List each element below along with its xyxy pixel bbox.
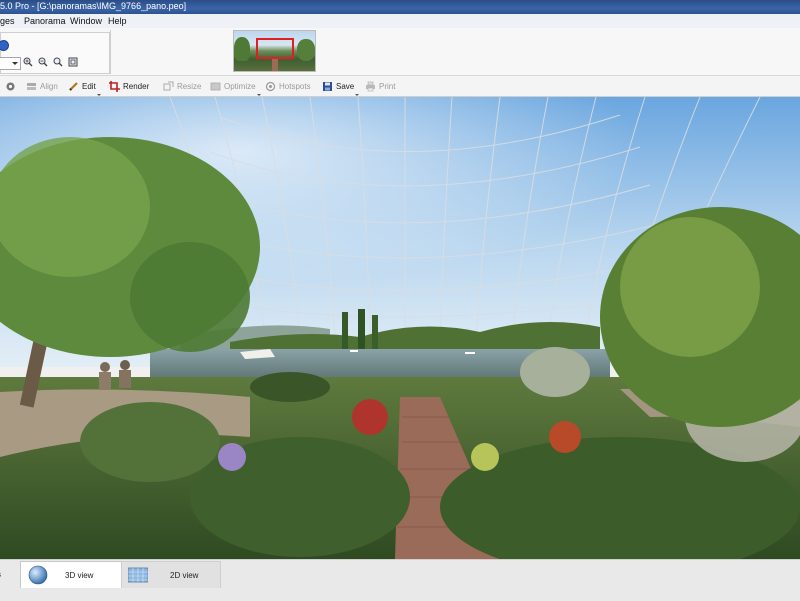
purple-flowers [218,443,246,471]
tab-2d-view-label: 2D view [170,570,199,580]
optimize-label: Optimize [224,81,256,91]
red-flowers [549,421,581,453]
save-dropdown-icon [355,94,360,96]
view-controls-panel [0,32,110,74]
panorama-thumbnail[interactable] [233,30,316,72]
person [99,372,111,390]
align-icon [27,82,36,90]
poplar [358,309,365,352]
print-button[interactable]: Print [365,79,395,93]
settings-button[interactable] [5,79,16,93]
print-label: Print [379,81,396,91]
yellow-green-plants [471,443,499,471]
menu-window[interactable]: Window [70,16,102,26]
resize-label: Resize [177,81,202,91]
willow-lower [130,242,250,352]
window-title: 5.0 Pro - [G:\panoramas\IMG_9766_pano.pe… [0,1,187,11]
crop-frame-icon [109,80,120,92]
grass-plume [520,347,590,397]
sphere-icon [28,565,48,585]
render-label: Render [123,81,150,91]
tree-right-highlight [620,217,760,357]
fit-view-icon[interactable] [68,57,78,67]
thumbnail-selection-frame[interactable] [256,38,294,59]
zoom-100-icon[interactable] [53,57,63,67]
save-label: Save [336,81,355,91]
tab-previous-label: s [0,570,1,579]
resize-button[interactable]: Resize [163,79,201,93]
menu-images[interactable]: ges [0,16,15,26]
person [120,360,130,370]
thumb-tree-right [297,39,315,61]
red-flowers [352,399,388,435]
tab-2d-view[interactable]: 2D view [121,561,221,588]
gear-icon [6,82,15,90]
edit-dropdown-icon [96,94,101,96]
align-label: Align [40,81,58,91]
thumb-path [272,59,278,71]
printer-icon [366,81,375,91]
panel-separator [110,30,111,74]
shrub [80,402,220,482]
panorama-scene [0,97,800,559]
boat-small [350,350,358,352]
render-button[interactable]: Render [109,79,149,93]
main-toolbar: Align Edit Render Resize Optimize Hotspo… [0,76,800,97]
tab-previous[interactable]: s [0,561,17,587]
optimize-dropdown-icon [256,94,261,96]
title-bar: 5.0 Pro - [G:\panoramas\IMG_9766_pano.pe… [0,0,800,14]
hotspots-button[interactable]: Hotspots [265,79,311,93]
hotspot-icon [265,81,276,91]
edit-button[interactable]: Edit [68,79,101,96]
person [100,362,110,372]
save-button[interactable]: Save [322,79,360,96]
optimize-icon [210,82,221,90]
panorama-3d-viewport[interactable] [0,97,800,559]
zoom-controls [0,55,109,70]
floppy-disk-icon [323,81,332,91]
boat-small [465,352,475,354]
hotspots-label: Hotspots [279,81,311,91]
tab-3d-view-label: 3D view [65,570,94,580]
zoom-in-icon[interactable] [23,57,33,67]
zoom-combo[interactable] [0,57,21,70]
pencil-icon [69,81,78,91]
thumb-tree-left [234,37,250,61]
view-tab-bar: s 3D view 2D view [0,559,800,601]
shrub [250,372,330,402]
person [119,370,131,388]
upper-panel [0,28,800,76]
menu-bar: ges Panorama Window Help [0,14,800,29]
menu-panorama[interactable]: Panorama [24,16,66,26]
tab-3d-view[interactable]: 3D view [20,561,122,588]
globe-icon[interactable] [0,40,9,51]
zoom-out-icon[interactable] [38,57,48,67]
resize-icon [163,81,174,90]
menu-help[interactable]: Help [108,16,127,26]
optimize-button[interactable]: Optimize [210,79,261,96]
poplar [372,315,378,352]
poplar [342,312,348,352]
edit-label: Edit [82,81,96,91]
flat-map-icon [128,567,148,583]
align-button[interactable]: Align [26,79,58,93]
